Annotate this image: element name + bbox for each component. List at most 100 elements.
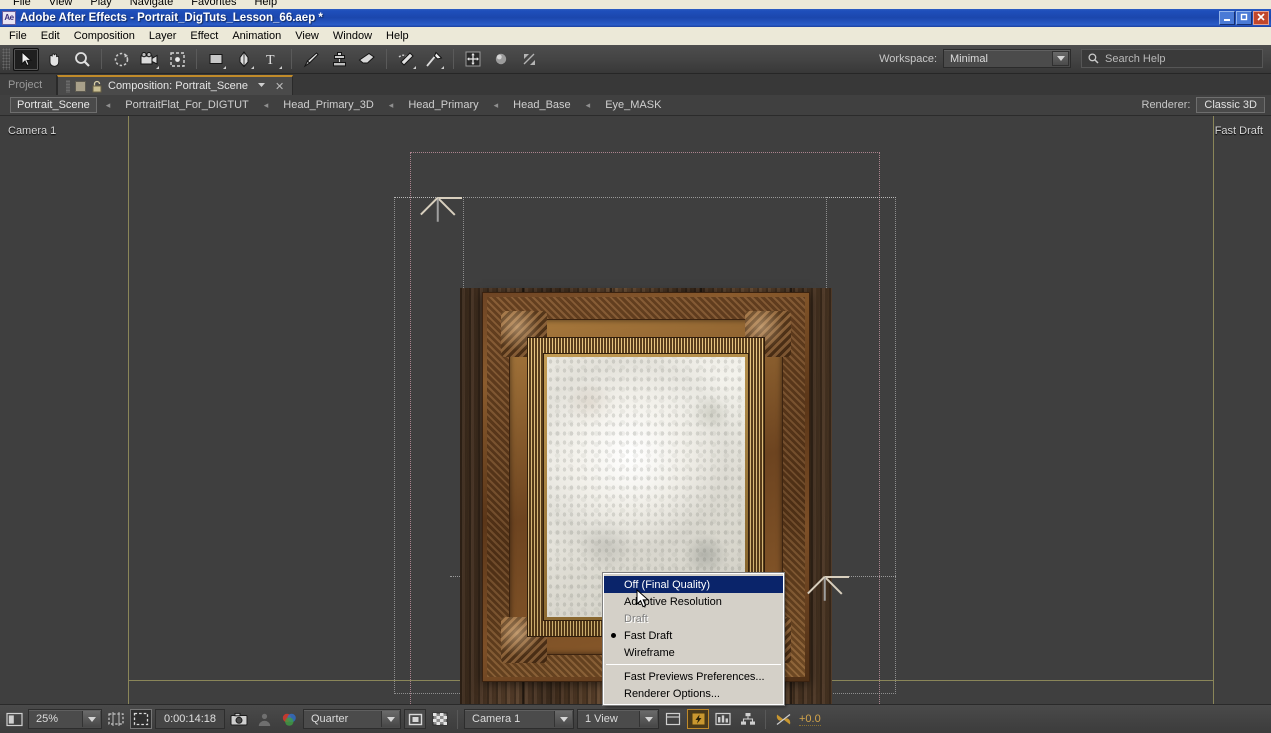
bg-menu-view[interactable]: View — [40, 0, 82, 8]
tab-grip[interactable] — [66, 79, 70, 93]
chevron-down-icon[interactable] — [381, 711, 399, 727]
bg-menu-navigate[interactable]: Navigate — [121, 0, 182, 8]
pen-tool[interactable] — [231, 48, 257, 71]
search-help-input[interactable]: Search Help — [1081, 49, 1263, 68]
menu-animation[interactable]: Animation — [225, 28, 288, 44]
zoom-level-select[interactable]: 25% — [28, 709, 102, 729]
light-layer-marker-lower[interactable] — [807, 564, 850, 601]
application-menubar: File Edit Composition Layer Effect Anima… — [0, 27, 1271, 45]
comp-color-swatch — [75, 80, 86, 92]
menu-item-wireframe[interactable]: Wireframe — [604, 644, 783, 661]
camera-view-select[interactable]: Camera 1 — [464, 709, 574, 729]
lock-icon[interactable] — [91, 80, 103, 93]
breadcrumb-item-4[interactable]: Head_Base — [507, 98, 577, 112]
chevron-down-icon[interactable] — [1052, 51, 1069, 66]
pan-behind-tool[interactable] — [164, 48, 190, 71]
menu-item-label: Draft — [624, 612, 648, 625]
timeline-icon[interactable] — [712, 709, 734, 729]
breadcrumb-arrow-icon: ◂ — [263, 99, 269, 110]
renderer-label: Renderer: — [1141, 99, 1191, 111]
window-controls — [1219, 11, 1269, 25]
minimize-button[interactable] — [1219, 11, 1235, 25]
clone-stamp-tool[interactable] — [326, 48, 352, 71]
zoom-tool[interactable] — [69, 48, 95, 71]
window-title: Adobe After Effects - Portrait_DigTuts_L… — [20, 12, 323, 24]
bg-menu-help[interactable]: Help — [245, 0, 286, 8]
tab-close-icon[interactable]: ✕ — [275, 80, 284, 93]
breadcrumb-item-5[interactable]: Eye_MASK — [599, 98, 667, 112]
selection-tool[interactable] — [13, 47, 39, 71]
after-effects-window: File View Play Navigate Favorites Help A… — [0, 0, 1271, 733]
resolution-select[interactable]: Quarter — [303, 709, 401, 729]
show-snapshot-icon[interactable] — [253, 709, 275, 729]
local-axis-icon[interactable] — [460, 48, 486, 71]
menu-window[interactable]: Window — [326, 28, 379, 44]
hand-tool[interactable] — [41, 48, 67, 71]
camera-tool[interactable] — [136, 48, 162, 71]
bg-menu-play[interactable]: Play — [81, 0, 120, 8]
always-preview-icon[interactable] — [3, 709, 25, 729]
chevron-down-icon[interactable] — [82, 711, 100, 727]
current-timecode[interactable]: 0:00:14:18 — [155, 709, 225, 729]
menu-item-fast-previews-preferences[interactable]: Fast Previews Preferences... — [604, 668, 783, 685]
menu-effect[interactable]: Effect — [183, 28, 225, 44]
menu-item-adaptive-resolution[interactable]: Adaptive Resolution — [604, 593, 783, 610]
menu-edit[interactable]: Edit — [34, 28, 67, 44]
brush-tool[interactable] — [298, 48, 324, 71]
bg-menu-favorites[interactable]: Favorites — [182, 0, 245, 8]
workspace-select[interactable]: Minimal — [943, 49, 1071, 68]
breadcrumb-item-0[interactable]: Portrait_Scene — [10, 97, 97, 113]
toggle-transparency-grid-icon[interactable] — [429, 709, 451, 729]
view-layout-select[interactable]: 1 View — [577, 709, 659, 729]
exposure-value[interactable]: +0.0 — [799, 713, 821, 726]
world-axis-icon[interactable] — [488, 48, 514, 71]
tab-project[interactable]: Project — [0, 75, 57, 95]
light-layer-marker-upper[interactable] — [420, 185, 463, 222]
viewer-status-bar: 25% 0:00:14:18 Quarter Camera 1 1 View +… — [0, 704, 1271, 733]
workspace-label: Workspace: — [879, 52, 937, 65]
menu-layer[interactable]: Layer — [142, 28, 184, 44]
toolbar-grip[interactable] — [2, 48, 10, 70]
bg-menu-file[interactable]: File — [4, 0, 40, 8]
restore-button[interactable] — [1236, 11, 1252, 25]
menu-help[interactable]: Help — [379, 28, 416, 44]
close-button[interactable] — [1253, 11, 1269, 25]
pixel-aspect-correction-icon[interactable] — [662, 709, 684, 729]
breadcrumb-item-3[interactable]: Head_Primary — [402, 98, 484, 112]
chevron-down-icon[interactable] — [257, 80, 266, 92]
type-tool[interactable]: T — [259, 48, 285, 71]
menu-view[interactable]: View — [288, 28, 326, 44]
chevron-down-icon[interactable] — [639, 711, 657, 727]
breadcrumb-item-1[interactable]: PortraitFlat_For_DIGTUT — [119, 98, 254, 112]
svg-text:T: T — [266, 53, 275, 67]
tab-composition[interactable]: Composition: Portrait_Scene ✕ — [57, 75, 294, 95]
roto-brush-tool[interactable] — [393, 48, 419, 71]
viewer-camera-label: Camera 1 — [8, 125, 57, 137]
breadcrumb-item-2[interactable]: Head_Primary_3D — [277, 98, 379, 112]
fast-previews-icon[interactable] — [687, 709, 709, 729]
puppet-pin-tool[interactable] — [421, 48, 447, 71]
renderer-button[interactable]: Classic 3D — [1196, 97, 1265, 113]
menu-composition[interactable]: Composition — [67, 28, 142, 44]
comp-boundary-left — [128, 116, 129, 704]
toggle-mask-visibility-icon[interactable] — [130, 709, 152, 729]
panel-tab-row: Project Composition: Portrait_Scene ✕ — [0, 74, 1271, 95]
region-of-interest-icon[interactable] — [105, 709, 127, 729]
fast-previews-context-menu[interactable]: Off (Final Quality) Adaptive Resolution … — [602, 572, 785, 706]
view-axis-icon[interactable] — [516, 48, 542, 71]
comp-flowchart-icon[interactable] — [737, 709, 759, 729]
menu-item-renderer-options[interactable]: Renderer Options... — [604, 685, 783, 702]
breadcrumb-arrow-icon: ◂ — [105, 99, 111, 110]
menu-file[interactable]: File — [2, 28, 34, 44]
reset-exposure-icon[interactable] — [772, 709, 794, 729]
region-of-interest-toggle-icon[interactable] — [404, 709, 426, 729]
rotation-tool[interactable] — [108, 48, 134, 71]
shape-tool[interactable] — [203, 48, 229, 71]
eraser-tool[interactable] — [354, 48, 380, 71]
show-channel-icon[interactable] — [278, 709, 300, 729]
take-snapshot-icon[interactable] — [228, 709, 250, 729]
chevron-down-icon[interactable] — [554, 711, 572, 727]
menu-item-off-final-quality[interactable]: Off (Final Quality) — [604, 576, 783, 593]
menu-item-fast-draft[interactable]: Fast Draft — [604, 627, 783, 644]
zoom-level-value: 25% — [36, 713, 59, 725]
